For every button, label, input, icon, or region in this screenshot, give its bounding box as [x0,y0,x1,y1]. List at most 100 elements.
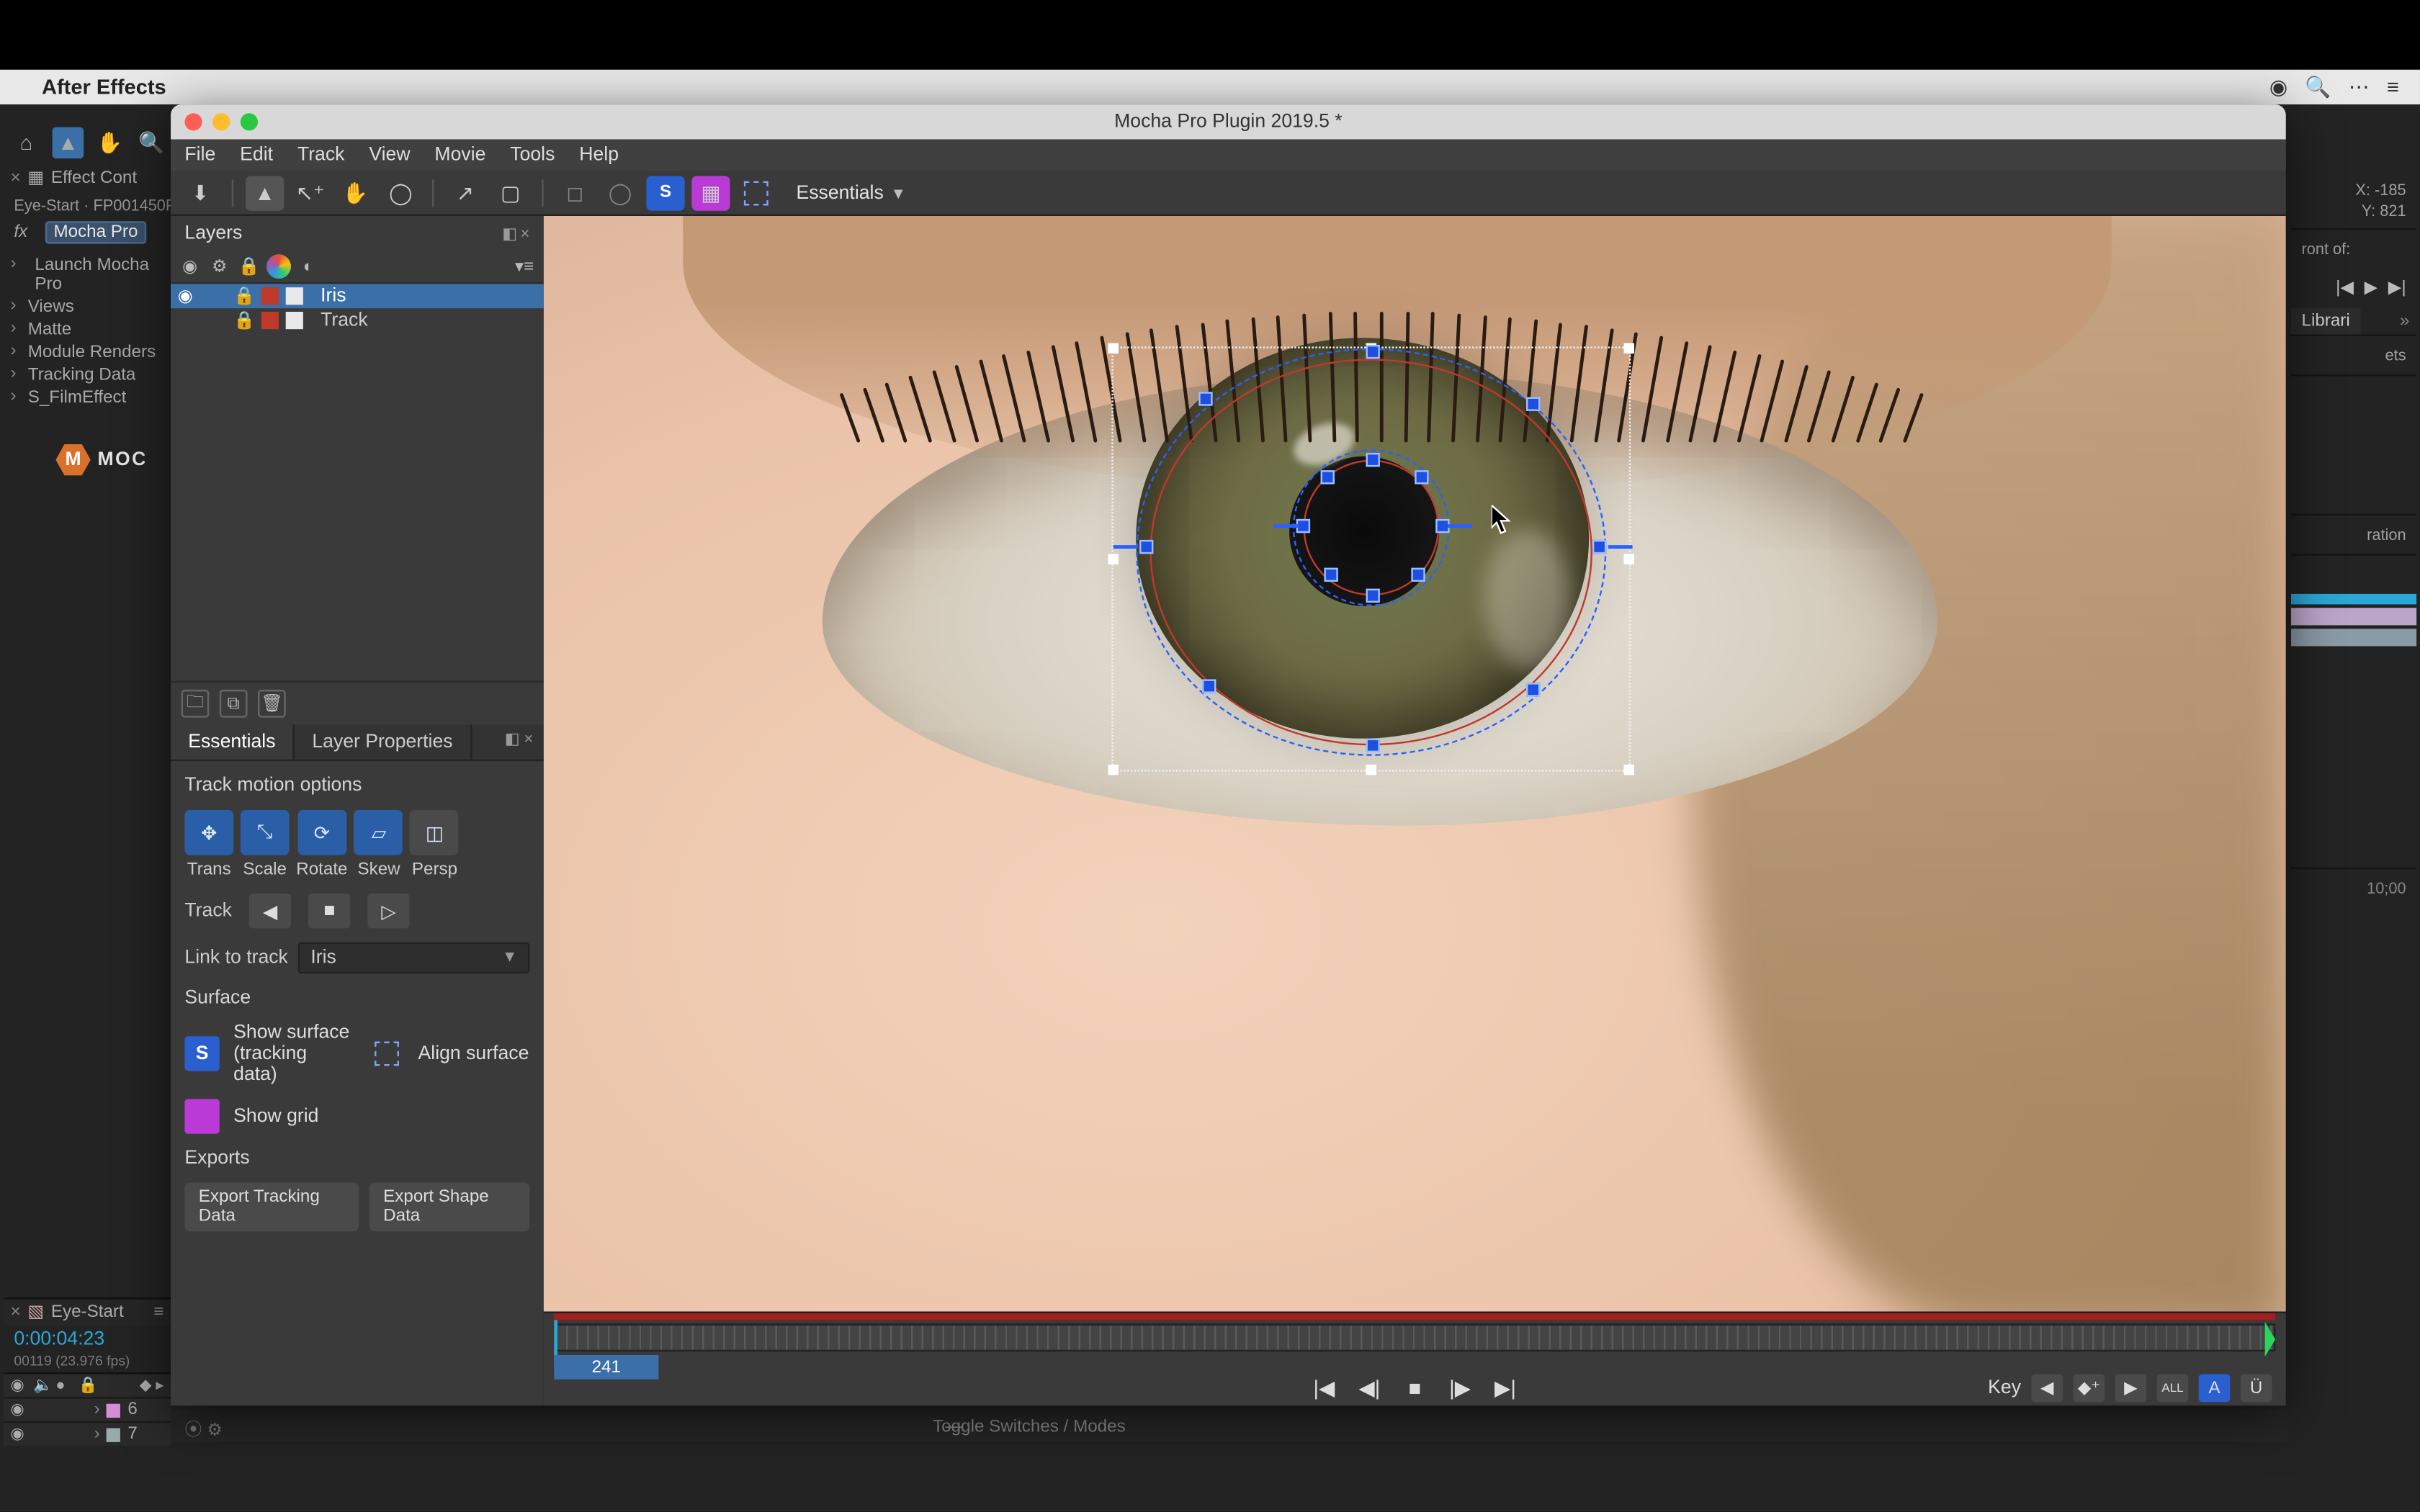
control-point[interactable] [1592,540,1606,554]
app-name[interactable]: After Effects [42,75,166,99]
duplicate-layer-icon[interactable]: ⧉ [220,690,248,718]
menu-track[interactable]: Track [297,145,345,166]
uber-key-button[interactable]: Ü [2241,1374,2272,1403]
motion-scale-toggle[interactable]: ⤡ [241,810,290,855]
motion-translation-toggle[interactable]: ✥ [184,810,233,855]
menu-view[interactable]: View [369,145,410,166]
eye-icon[interactable]: ◉ [178,287,199,306]
add-key-button[interactable]: ◆⁺ [2074,1374,2105,1403]
control-point[interactable] [1366,739,1379,752]
export-tracking-button[interactable]: Export Tracking Data [184,1183,359,1232]
eye-icon[interactable]: ◉ [11,1425,28,1444]
control-point[interactable] [1366,453,1379,467]
close-icon[interactable]: × [11,1302,21,1322]
tree-matte[interactable]: Matte [4,319,171,341]
panel-menu-icon[interactable]: ≡ [153,1302,163,1322]
align-surface-icon[interactable] [737,175,775,210]
control-point[interactable] [1526,683,1540,696]
matte-column-icon[interactable]: ◐ [296,254,321,279]
viewer-canvas[interactable] [544,216,2286,1312]
layer-color-swatch[interactable] [107,1403,120,1417]
link-to-track-dropdown[interactable]: Iris ▼ [298,942,529,974]
hand-tool-icon[interactable]: ✋ [94,127,126,159]
eye-column-icon[interactable]: ◉ [11,1376,28,1395]
lock-icon[interactable]: ▦ [27,169,44,189]
go-to-start-button[interactable]: |◀ [1309,1374,1340,1403]
layer-name[interactable]: Track [321,310,368,331]
timeline-ruler[interactable] [554,1323,2275,1351]
tangent-handle[interactable] [1448,524,1472,528]
workspace-dropdown[interactable]: Essentials ▼ [796,182,906,203]
zoom-tool-icon[interactable]: 🔍 [136,127,168,159]
home-icon[interactable]: ⌂ [11,127,42,159]
bezier-tool-icon[interactable]: ▢ [491,175,529,210]
cc-icon[interactable]: ◉ [2269,75,2287,99]
overflow-icon[interactable]: ⋯ [2349,75,2370,99]
mocha-titlebar[interactable]: Mocha Pro Plugin 2019.5 * [171,104,2286,139]
timeline-layer-row[interactable]: ◉ › 7 [4,1421,171,1446]
save-icon[interactable]: ⬇ [182,175,220,210]
motion-perspective-toggle[interactable]: ◫ [411,810,460,855]
prev-frame-icon[interactable]: |◀ [2336,279,2354,299]
control-point[interactable] [1411,568,1425,582]
go-to-end-button[interactable]: ▶| [1489,1374,1521,1403]
menu-file[interactable]: File [184,145,215,166]
panel-menu-icon[interactable]: » [2393,309,2416,335]
layer-bar[interactable] [2291,629,2416,647]
menu-help[interactable]: Help [579,145,619,166]
panel-close-icon[interactable]: × [524,730,533,747]
menu-tools[interactable]: Tools [510,145,555,166]
control-point[interactable] [1366,345,1379,359]
timeline-tab[interactable]: Eye-Start [51,1302,124,1322]
selection-tool-icon[interactable]: ▲ [53,127,84,159]
lock-column-icon[interactable]: 🔒 [237,254,261,279]
hand-tool-icon[interactable]: ✋ [336,175,375,210]
track-stop-button[interactable]: ■ [308,894,350,928]
visibility-column-icon[interactable]: ◉ [178,254,202,279]
layer-color-swatch[interactable] [261,312,279,329]
control-point[interactable] [1296,519,1310,533]
tangent-handle[interactable] [1273,524,1298,528]
auto-key-button[interactable]: A [2199,1374,2231,1403]
layer-matte-swatch[interactable] [286,287,303,305]
spotlight-icon[interactable]: 🔍 [2305,75,2331,99]
control-point[interactable] [1139,540,1153,554]
layer-bar[interactable] [2291,608,2416,626]
tangent-handle[interactable] [1608,545,1633,549]
timecode[interactable]: 0:00:04:23 [14,1329,160,1350]
project-item-label[interactable]: Eye-Start · FP001450PD05 [4,194,171,218]
eye-icon[interactable]: ◉ [11,1400,28,1420]
pointer-tool-icon[interactable]: ▲ [246,175,284,210]
track-backward-button[interactable]: ◀ [249,894,291,928]
control-point[interactable] [1324,568,1337,582]
solo-column-icon[interactable]: ● [55,1376,73,1395]
layer-matte-swatch[interactable] [286,312,303,329]
stop-button[interactable]: ■ [1399,1374,1430,1403]
libraries-tab[interactable]: Librari [2291,309,2360,335]
track-forward-button[interactable]: ▷ [368,894,410,928]
color-column-icon[interactable] [266,254,291,279]
control-point[interactable] [1202,679,1216,693]
panel-dock-icon[interactable]: ◧ [502,224,517,243]
show-surface-icon[interactable]: S [646,175,684,210]
layer-name[interactable]: Iris [321,286,346,307]
work-area-end-marker[interactable] [2291,595,2416,606]
lock-icon[interactable]: 🔒 [233,311,254,330]
layer-color-swatch[interactable] [107,1427,120,1441]
show-surface-off-icon[interactable]: ◻ [556,175,594,210]
layer-row-iris[interactable]: ◉ 🔒 Iris [171,284,544,308]
zoom-tool-icon[interactable]: ◯ [382,175,420,210]
panel-dock-icon[interactable]: ◧ [505,730,520,747]
processing-column-icon[interactable]: ⚙ [207,254,232,279]
next-key-button[interactable]: ▶ [2115,1374,2147,1403]
tree-views[interactable]: Views [4,296,171,318]
plugin-name[interactable]: Mocha Pro [45,221,146,243]
tab-layer-properties[interactable]: Layer Properties [295,724,472,759]
xspline-tool-icon[interactable]: ↗ [446,175,484,210]
close-icon[interactable]: × [11,169,21,189]
lock-column-icon[interactable]: 🔒 [79,1376,96,1395]
tree-module-renders[interactable]: Module Renders [4,341,171,364]
key-all-button[interactable]: ALL [2157,1374,2189,1403]
new-folder-icon[interactable]: 🗀 [182,690,210,718]
fx-toggle[interactable]: fx [14,223,27,243]
